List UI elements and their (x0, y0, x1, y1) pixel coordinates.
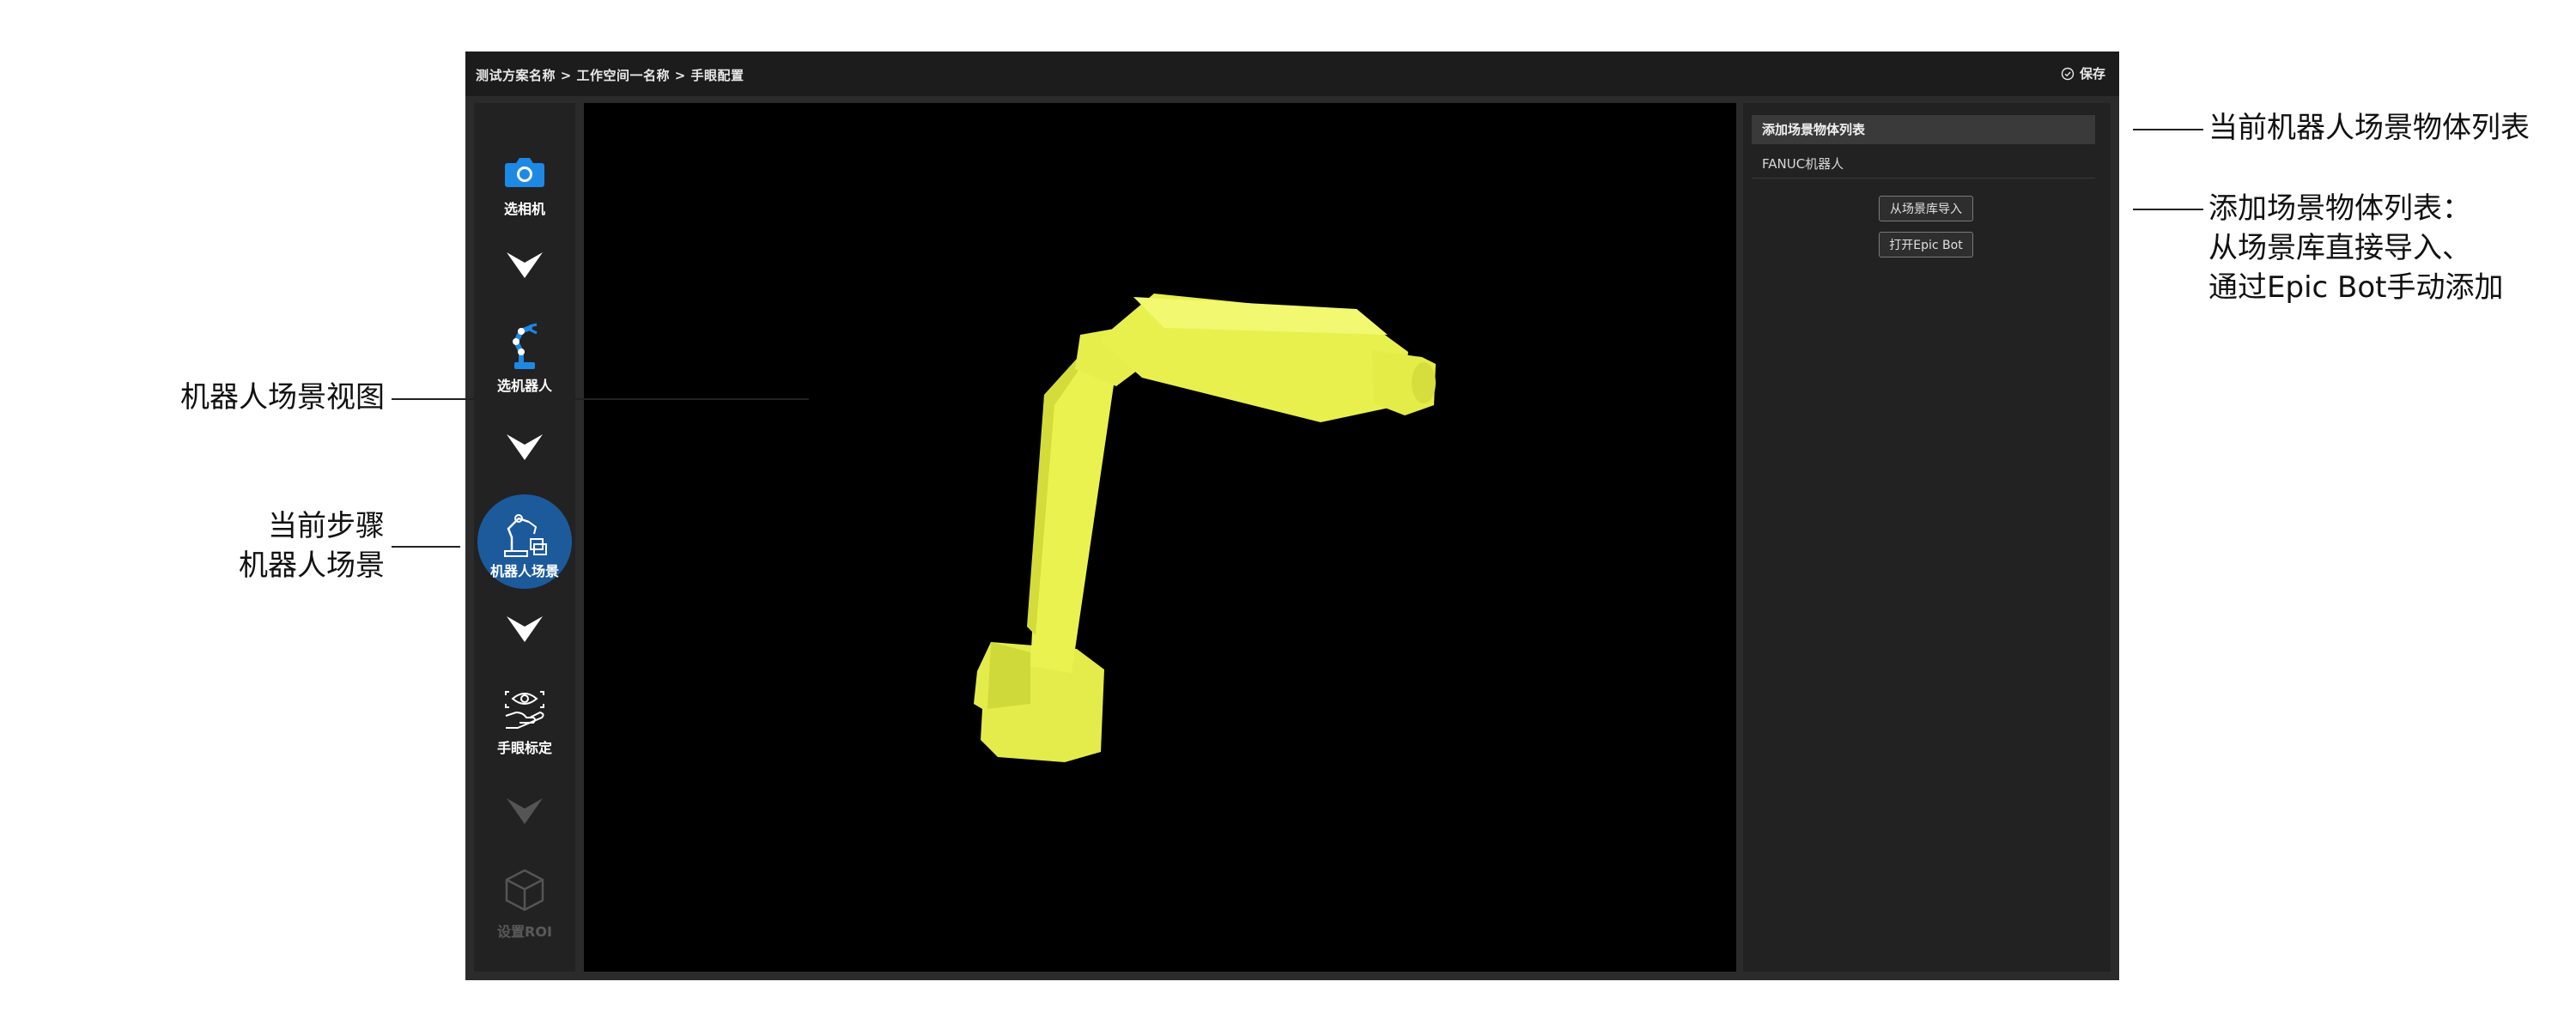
annotation-leader-line (2133, 129, 2203, 130)
import-from-library-button[interactable]: 从场景库导入 (1879, 196, 1973, 221)
annotation-leader-line (392, 546, 460, 548)
cube-icon (505, 869, 544, 912)
step-robot-scene[interactable]: 机器人场景 (474, 512, 575, 580)
robot-scene-icon (504, 514, 547, 557)
hand-eye-icon (505, 691, 544, 729)
step-select-camera[interactable]: 选相机 (474, 154, 575, 218)
top-bar: 测试方案名称 > 工作空间一名称 > 手眼配置 保存 (465, 52, 2119, 96)
chevron-down-icon (507, 616, 543, 642)
annotation-scene-view: 机器人场景视图 (180, 380, 385, 415)
robot-model (974, 294, 1436, 762)
annotation-leader-line (392, 398, 809, 400)
chevron-down-icon (507, 252, 543, 278)
step-label: 手眼标定 (496, 740, 552, 756)
step-label: 选机器人 (496, 378, 552, 394)
list-item[interactable]: FANUC机器人 (1752, 149, 2095, 179)
step-set-roi[interactable]: 设置ROI (474, 867, 575, 941)
chevron-down-icon (507, 798, 543, 824)
step-label: 机器人场景 (489, 563, 559, 579)
scene-object-list-header: 添加场景物体列表 (1752, 115, 2095, 144)
step-sidebar: 选相机 选机器人 机器人场景 手眼标定 设置ROI (474, 103, 575, 972)
app-window: 测试方案名称 > 工作空间一名称 > 手眼配置 保存 选相机 选机器人 机器人场… (465, 52, 2119, 980)
scene-object-panel: 添加场景物体列表 FANUC机器人 从场景库导入 打开Epic Bot (1743, 103, 2111, 972)
robot-scene-viewport[interactable] (584, 103, 1736, 972)
annotation-leader-line (2133, 209, 2203, 210)
step-select-robot[interactable]: 选机器人 (474, 323, 575, 395)
save-button[interactable]: 保存 (2061, 64, 2105, 82)
annotation-scene-list: 当前机器人场景物体列表 (2208, 111, 2530, 145)
chevron-down-icon (507, 434, 543, 460)
annotation-current-step: 当前步骤 机器人场景 (239, 509, 385, 583)
annotation-add-list: 添加场景物体列表： 从场景库直接导入、 通过Epic Bot手动添加 (2208, 191, 2504, 305)
breadcrumb[interactable]: 测试方案名称 > 工作空间一名称 > 手眼配置 (476, 66, 744, 84)
open-epic-bot-button[interactable]: 打开Epic Bot (1879, 232, 1973, 258)
step-label: 选相机 (503, 201, 545, 217)
step-hand-eye-calibration[interactable]: 手眼标定 (474, 687, 575, 757)
camera-icon (505, 158, 544, 187)
save-label: 保存 (2079, 66, 2105, 82)
check-circle-icon (2061, 67, 2075, 80)
step-label: 设置ROI (497, 924, 552, 940)
robot-arm-icon (513, 323, 538, 369)
